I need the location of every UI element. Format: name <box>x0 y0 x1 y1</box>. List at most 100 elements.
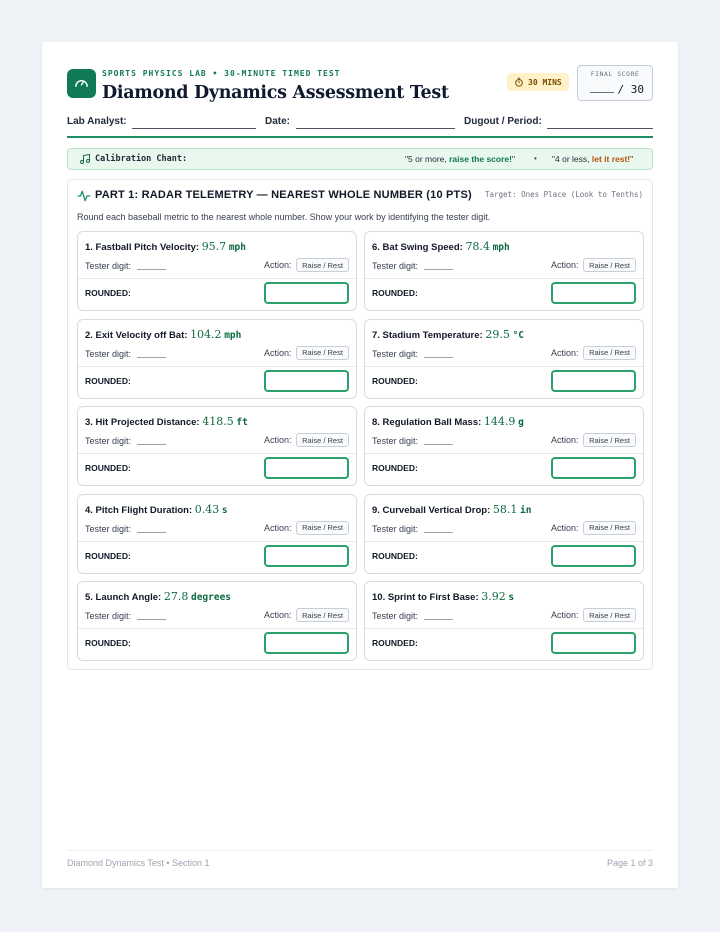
problem-value: 29.5 <box>485 327 510 341</box>
rounded-answer-input[interactable] <box>551 632 636 654</box>
problem-card: 3. Hit Projected Distance: 418.5 ft Teste… <box>77 406 357 486</box>
rounded-label: ROUNDED: <box>85 375 131 386</box>
problem-value: 3.92 <box>481 590 506 603</box>
problem-question: 7. Stadium Temperature: 29.5 °C <box>372 327 524 341</box>
tester-digit-label: Tester digit: <box>372 436 419 446</box>
rounded-answer-input[interactable] <box>551 544 636 567</box>
chant-rule-raise: "5 or more, raise the score!" <box>405 154 515 164</box>
raise-rest-button[interactable]: Raise / Rest <box>583 258 636 272</box>
action-label: Action: <box>264 522 292 533</box>
analyst-field[interactable] <box>132 128 256 129</box>
problem-value: 58.1 <box>492 502 518 516</box>
tester-digit-field[interactable] <box>137 619 166 620</box>
action-label: Action: <box>264 435 292 445</box>
footer-page-number: Page 1 of 3 <box>606 858 653 868</box>
action-label: Action: <box>264 260 292 270</box>
final-score-label: FINAL SCORE <box>590 70 640 78</box>
rounded-label: ROUNDED: <box>372 288 418 298</box>
raise-rest-button[interactable]: Raise / Rest <box>296 258 349 272</box>
problem-unit: in <box>520 504 532 516</box>
problem-unit: degrees <box>190 592 232 603</box>
rounded-answer-input[interactable] <box>551 282 636 304</box>
tester-digit-field[interactable] <box>424 531 453 533</box>
chant-separator: • <box>534 154 537 163</box>
raise-rest-button[interactable]: Raise / Rest <box>296 345 349 360</box>
rounded-label: ROUNDED: <box>372 638 418 648</box>
gauge-logo-icon <box>67 69 96 98</box>
date-field[interactable] <box>296 128 455 129</box>
timer-label: 30 MINS <box>528 77 562 87</box>
raise-rest-button[interactable]: Raise / Rest <box>583 345 636 360</box>
part-1-panel: PART 1: RADAR TELEMETRY — NEAREST WHOLE … <box>67 179 653 670</box>
problem-unit: mph <box>224 329 242 341</box>
problem-value: 0.43 <box>194 502 220 516</box>
action-label: Action: <box>264 347 292 358</box>
rounded-label: ROUNDED: <box>372 550 418 561</box>
card-divider <box>78 628 356 629</box>
tester-digit-field[interactable] <box>137 356 166 358</box>
tester-digit-label: Tester digit: <box>85 523 132 534</box>
problem-question: 5. Launch Angle: 27.8 degrees <box>85 590 232 603</box>
card-divider <box>78 365 356 367</box>
problem-value: 418.5 <box>202 415 234 428</box>
part-1-instructions: Round each baseball metric to the neares… <box>77 212 491 222</box>
problem-unit: mph <box>228 242 246 253</box>
rounded-answer-input[interactable] <box>264 632 349 654</box>
rounded-answer-input[interactable] <box>264 282 349 304</box>
problem-question: 1. Fastball Pitch Velocity: 95.7 mph <box>85 240 246 253</box>
part-1-heading: PART 1: RADAR TELEMETRY — NEAREST WHOLE … <box>95 189 472 201</box>
card-divider <box>365 540 643 542</box>
problem-card: 2. Exit Velocity off Bat: 104.2 mph Teste… <box>77 318 357 399</box>
tester-digit-field[interactable] <box>137 269 166 270</box>
rounded-answer-input[interactable] <box>264 544 349 567</box>
final-score-value: / 30 <box>589 83 644 96</box>
card-divider <box>78 453 356 454</box>
rounded-answer-input[interactable] <box>551 457 636 479</box>
rounded-label: ROUNDED: <box>85 463 131 473</box>
rounded-answer-input[interactable] <box>551 369 636 392</box>
final-score-box[interactable]: FINAL SCORE / 30 <box>577 65 653 101</box>
dugout-field[interactable] <box>547 128 653 129</box>
rounded-label: ROUNDED: <box>372 375 418 386</box>
tester-digit-label: Tester digit: <box>85 348 132 359</box>
tester-digit-field[interactable] <box>424 444 453 445</box>
analyst-label: Lab Analyst: <box>67 116 127 127</box>
tester-digit-label: Tester digit: <box>85 611 132 621</box>
chant-rule-rest: "4 or less, let it rest!" <box>552 154 634 164</box>
problem-value: 27.8 <box>163 590 189 603</box>
rounded-label: ROUNDED: <box>85 288 131 298</box>
raise-rest-button[interactable]: Raise / Rest <box>583 608 636 622</box>
problem-question: 2. Exit Velocity off Bat: 104.2 mph <box>85 327 242 341</box>
tester-digit-field[interactable] <box>424 619 453 620</box>
footer-divider <box>67 850 653 851</box>
raise-rest-button[interactable]: Raise / Rest <box>296 520 349 535</box>
tester-digit-field[interactable] <box>424 356 453 358</box>
raise-rest-button[interactable]: Raise / Rest <box>583 433 636 447</box>
tester-digit-field[interactable] <box>137 444 166 445</box>
test-eyebrow: SPORTS PHYSICS LAB • 30-MINUTE TIMED TES… <box>102 69 341 78</box>
problem-card: 5. Launch Angle: 27.8 degrees Tester digi… <box>77 581 357 661</box>
problem-card: 7. Stadium Temperature: 29.5 °C Tester di… <box>364 318 644 399</box>
problem-question: 8. Regulation Ball Mass: 144.9 g <box>372 415 524 428</box>
tester-digit-field[interactable] <box>137 531 166 533</box>
part-1-target: Target: Ones Place (Look to Tenths) <box>484 190 643 199</box>
rounded-answer-input[interactable] <box>264 369 349 392</box>
problem-unit: g <box>518 417 524 428</box>
problem-card: 9. Curveball Vertical Drop: 58.1 in Teste… <box>364 493 644 574</box>
chant-label: Calibration Chant: <box>95 154 188 164</box>
problem-value: 104.2 <box>190 327 222 341</box>
action-label: Action: <box>551 347 579 358</box>
problem-unit: °C <box>512 329 524 341</box>
raise-rest-button[interactable]: Raise / Rest <box>296 608 349 622</box>
stopwatch-icon <box>515 77 523 87</box>
tester-digit-label: Tester digit: <box>85 261 132 271</box>
raise-rest-button[interactable]: Raise / Rest <box>296 433 349 447</box>
footer-section: Diamond Dynamics Test • Section 1 <box>67 858 210 868</box>
rounded-answer-input[interactable] <box>264 457 349 479</box>
tester-digit-field[interactable] <box>424 269 453 270</box>
dugout-label: Dugout / Period: <box>464 116 542 127</box>
tester-digit-label: Tester digit: <box>372 523 419 534</box>
problem-question: 3. Hit Projected Distance: 418.5 ft <box>85 415 248 428</box>
raise-rest-button[interactable]: Raise / Rest <box>583 520 636 535</box>
card-divider <box>78 278 356 279</box>
